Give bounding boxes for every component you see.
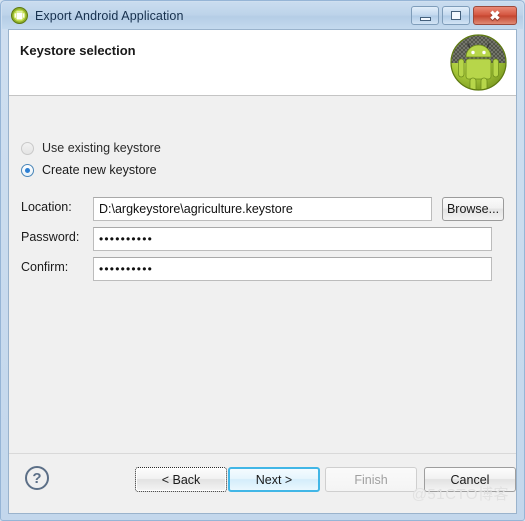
minimize-icon xyxy=(419,16,431,21)
radio-icon-unchecked xyxy=(21,141,34,155)
restore-icon xyxy=(451,11,461,20)
maximize-button[interactable] xyxy=(442,6,470,25)
password-masked-value: •••••••••• xyxy=(99,232,154,246)
radio-label-use-existing: Use existing keystore xyxy=(42,141,161,155)
confirm-row: Confirm: •••••••••• xyxy=(21,257,504,281)
finish-button-label: Finish xyxy=(354,472,388,487)
radio-label-create-new: Create new keystore xyxy=(42,163,157,177)
password-input[interactable]: •••••••••• xyxy=(93,227,492,251)
radio-use-existing-keystore[interactable]: Use existing keystore xyxy=(21,141,161,155)
confirm-input[interactable]: •••••••••• xyxy=(93,257,492,281)
location-label: Location: xyxy=(21,200,72,214)
window-title: Export Android Application xyxy=(35,8,184,23)
close-icon: ✖ xyxy=(489,8,501,23)
location-input[interactable]: D:\argkeystore\agriculture.keystore xyxy=(93,197,432,221)
radio-icon-checked xyxy=(21,163,34,177)
android-app-icon xyxy=(11,7,28,24)
minimize-button[interactable] xyxy=(411,6,439,25)
password-label: Password: xyxy=(21,230,80,244)
window-controls: ✖ xyxy=(411,6,517,25)
help-icon[interactable]: ? xyxy=(25,466,49,490)
location-row: Location: D:\argkeystore\agriculture.key… xyxy=(21,197,504,221)
next-button-label: Next > xyxy=(255,472,293,487)
title-bar[interactable]: Export Android Application ✖ xyxy=(2,2,523,29)
dialog-content: Keystore selection Use existing keystore… xyxy=(8,29,517,514)
form-body: Use existing keystore Create new keystor… xyxy=(9,97,516,453)
confirm-masked-value: •••••••••• xyxy=(99,262,154,276)
back-button-label: < Back xyxy=(161,472,201,487)
next-button[interactable]: Next > xyxy=(228,467,320,492)
android-robot-logo xyxy=(449,33,508,92)
browse-button[interactable]: Browse... xyxy=(442,197,504,221)
finish-button: Finish xyxy=(325,467,417,492)
back-button[interactable]: < Back xyxy=(135,467,227,492)
watermark: @51CTO博客 xyxy=(411,486,509,503)
password-row: Password: •••••••••• xyxy=(21,227,504,251)
radio-create-new-keystore[interactable]: Create new keystore xyxy=(21,163,157,177)
dialog-window: Export Android Application ✖ Keystore se… xyxy=(0,0,525,521)
button-bar: ? < Back Next > Finish Cancel @51CTO博客 xyxy=(9,453,516,513)
page-title: Keystore selection xyxy=(20,43,136,58)
wizard-header: Keystore selection xyxy=(9,30,516,96)
close-button[interactable]: ✖ xyxy=(473,6,517,25)
confirm-label: Confirm: xyxy=(21,260,69,274)
